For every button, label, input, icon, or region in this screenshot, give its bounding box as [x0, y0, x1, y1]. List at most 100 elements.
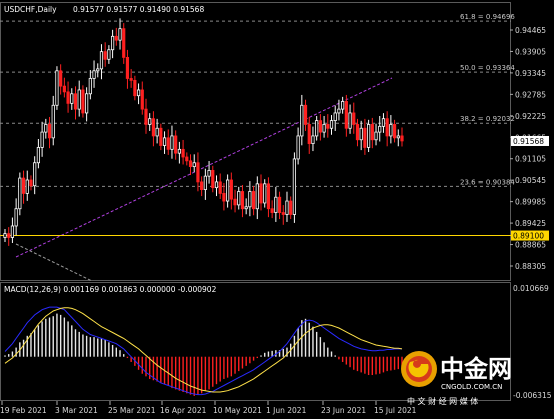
date-axis: 19 Feb 2021 3 Mar 2021 25 Mar 2021 16 Apr 2… [0, 401, 417, 415]
candle-body [318, 120, 322, 133]
candle-body [222, 192, 226, 202]
candle-body [196, 162, 200, 183]
candle-body [381, 118, 386, 127]
candle-body [77, 89, 81, 110]
candle-body [14, 208, 18, 227]
candle-body [311, 135, 315, 144]
candle-body [36, 147, 40, 164]
price-tick-label: 0.88865 [515, 241, 546, 250]
candle-body [300, 104, 304, 137]
macd-axis-bottom: -0.006315 [513, 391, 552, 400]
candle-body [277, 196, 282, 213]
candle-body [226, 179, 230, 202]
fibonacci-levels[interactable]: 61.8 = 0.94696 50.0 = 0.93364 38.2 = 0.920… [0, 13, 515, 187]
current-price-tag: 0.91568 [511, 135, 549, 146]
candle-body [307, 124, 311, 144]
candle-body [363, 127, 367, 148]
candle-body [240, 191, 245, 210]
date-tick-label: 15 Jul 2021 [374, 406, 417, 415]
candle-body [21, 177, 26, 194]
candle-body [125, 56, 130, 79]
candle-body [181, 148, 185, 158]
candle-body [99, 51, 104, 70]
candle-body [174, 135, 178, 154]
candle-body [396, 135, 400, 139]
candle-body [315, 120, 319, 137]
candle-body [144, 108, 148, 125]
candle-body [203, 175, 207, 190]
candle-body [47, 124, 52, 139]
fibo-level-label: 50.0 = 0.93364 [460, 64, 515, 72]
candle-body [166, 137, 170, 150]
candle-body [110, 35, 115, 51]
candle-body [44, 124, 48, 133]
candle-body [192, 162, 196, 167]
candle-body [355, 124, 360, 141]
candle-body [33, 162, 37, 187]
candle-body [292, 158, 297, 215]
watermark-title: 中金网 [440, 355, 512, 383]
candle-body [322, 124, 326, 133]
candle-body [233, 198, 237, 206]
projection-line[interactable] [15, 243, 93, 282]
candle-body [211, 170, 215, 189]
candle-body [289, 200, 293, 215]
candle-body [103, 51, 107, 60]
price-candles [3, 18, 404, 246]
candle-body [151, 118, 156, 137]
candle-body [218, 181, 222, 194]
candle-body [3, 233, 7, 238]
macd-axis-top: 0.010669 [513, 284, 549, 293]
candle-body [55, 70, 59, 106]
candle-body [40, 131, 44, 148]
candle-body [170, 135, 174, 150]
candle-body [70, 93, 74, 104]
price-tick-label: 0.90545 [515, 176, 546, 185]
symbol-title: USDCHF,Daily [4, 5, 57, 14]
date-tick-label: 3 Mar 2021 [55, 406, 98, 415]
candle-body [185, 156, 189, 162]
candle-body [326, 124, 330, 129]
candle-body [229, 179, 233, 200]
price-tick-label: 0.92225 [515, 112, 546, 121]
candle-body [7, 233, 11, 238]
price-tick-label: 0.89985 [515, 198, 546, 207]
level-price-tag: 0.89100 [511, 230, 549, 241]
candle-body [329, 120, 334, 129]
macd-title: MACD(12,26,9) 0.001169 0.001863 0.000000… [4, 285, 217, 294]
price-tick-label: 0.91105 [515, 155, 546, 164]
date-tick-label: 25 Mar 2021 [108, 406, 156, 415]
candle-body [148, 118, 152, 125]
candle-body [159, 127, 163, 146]
candle-body [96, 68, 100, 72]
candle-body [337, 108, 341, 114]
candle-body [29, 179, 33, 187]
price-tick-label: 0.89425 [515, 219, 546, 228]
candle-body [255, 183, 259, 210]
watermark-url: CNGOLD.COM.CN [441, 383, 502, 391]
watermark-subtitle: 中 文 财 经 网 媒 体 [407, 396, 478, 406]
candle-body [66, 91, 70, 104]
candle-body [333, 112, 337, 122]
candle-body [389, 124, 393, 137]
candle-body [25, 179, 29, 194]
date-tick-label: 1 Jun 2021 [266, 406, 307, 415]
candle-body [62, 85, 66, 93]
candle-body [18, 177, 22, 210]
candle-body [81, 89, 85, 114]
price-tick-label: 0.94465 [515, 26, 546, 35]
candle-body [244, 206, 248, 210]
candle-body [378, 125, 382, 133]
candle-body [188, 160, 193, 167]
mt4-chart-window[interactable]: 61.8 = 0.94696 50.0 = 0.93364 38.2 = 0.920… [0, 0, 554, 419]
candle-body [374, 131, 378, 141]
candle-body [118, 28, 122, 41]
candle-body [214, 181, 219, 189]
svg-text:0.89100: 0.89100 [513, 232, 544, 241]
price-tick-label: 0.92785 [515, 90, 546, 99]
cngold-watermark: 中金网 CNGOLD.COM.CN 中 文 财 经 网 媒 体 [401, 351, 512, 406]
candle-body [274, 196, 278, 213]
candle-body [73, 93, 78, 110]
candle-body [85, 93, 89, 114]
trend-line[interactable] [15, 77, 393, 258]
